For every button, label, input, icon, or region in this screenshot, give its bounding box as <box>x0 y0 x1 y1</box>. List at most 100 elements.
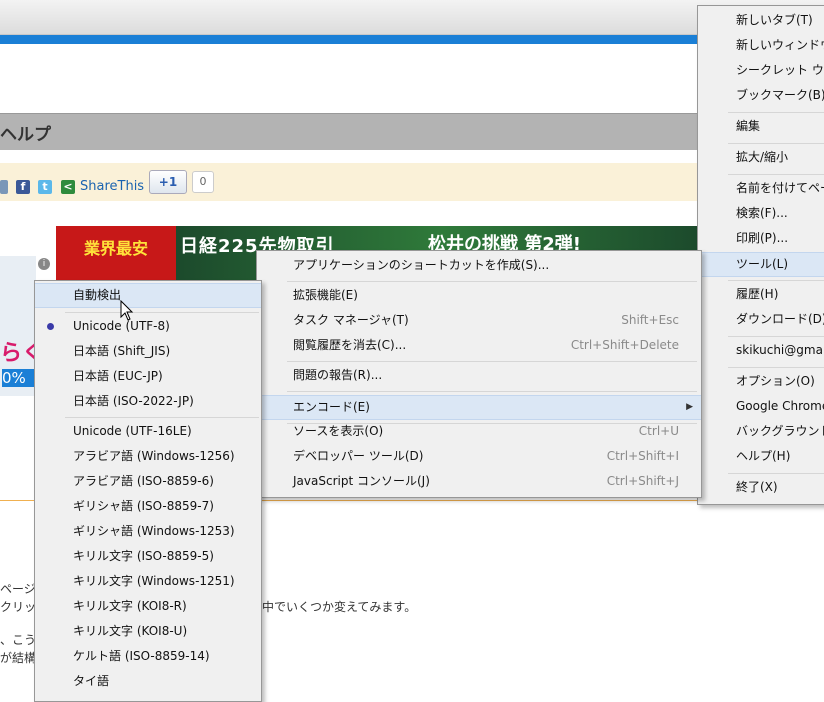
menu-item-zoom[interactable]: 拡大/縮小 <box>698 145 824 170</box>
menu-item-label: ギリシャ語 (Windows-1253) <box>73 524 235 538</box>
menu-item-create-shortcut[interactable]: アプリケーションのショートカットを作成(S)... <box>257 253 701 278</box>
menu-separator <box>728 143 824 144</box>
menu-item-javascript-console[interactable]: JavaScript コンソール(J) Ctrl+Shift+J <box>257 469 701 494</box>
menu-item-auto-detect[interactable]: 自動検出 <box>35 283 261 308</box>
menu-item-label: ツール(L) <box>736 257 789 271</box>
menu-item-report-issue[interactable]: 問題の報告(R)... <box>257 363 701 388</box>
menu-separator <box>287 361 697 362</box>
menu-item-save-as[interactable]: 名前を付けてペー <box>698 176 824 201</box>
menu-item-koi8-r[interactable]: キリル文字 (KOI8-R) <box>35 594 261 619</box>
twitter-icon[interactable]: t <box>38 180 52 194</box>
info-icon[interactable]: i <box>38 258 50 270</box>
menu-item-label: アラビア語 (Windows-1256) <box>73 449 235 463</box>
menu-item-iso-8859-5[interactable]: キリル文字 (ISO-8859-5) <box>35 544 261 569</box>
menu-item-koi8-u[interactable]: キリル文字 (KOI8-U) <box>35 619 261 644</box>
menu-item-shortcut: Ctrl+Shift+Delete <box>570 338 679 352</box>
menu-item-label: アプリケーションのショートカットを作成(S)... <box>293 258 550 272</box>
menu-item-label: 新しいタブ(T) <box>736 13 813 27</box>
menu-item-label: 履歴(H) <box>736 287 779 301</box>
menu-item-euc-jp[interactable]: 日本語 (EUC-JP) <box>35 364 261 389</box>
facebook-icon[interactable]: f <box>16 180 30 194</box>
menu-item-label: ブックマーク(B) <box>736 88 824 102</box>
menu-separator <box>287 281 697 282</box>
menu-item-edit[interactable]: 編集 <box>698 114 824 139</box>
menu-item-windows-1251[interactable]: キリル文字 (Windows-1251) <box>35 569 261 594</box>
menu-item-about-chrome[interactable]: Google Chrome <box>698 394 824 419</box>
menu-item-label: 名前を付けてペー <box>736 181 824 195</box>
section-title: ヘルプ <box>0 125 51 145</box>
menu-item-downloads[interactable]: ダウンロード(D) <box>698 307 824 332</box>
menu-item-label: オプション(O) <box>736 374 815 388</box>
menu-item-help[interactable]: ヘルプ(H) <box>698 444 824 469</box>
ad-banner-badge: 業界最安 <box>84 239 149 258</box>
menu-item-encoding[interactable]: エンコード(E) ▶ <box>257 395 701 420</box>
menu-item-shortcut: Shift+Esc <box>621 313 679 327</box>
menu-separator <box>728 280 824 281</box>
mail-icon[interactable] <box>0 180 8 194</box>
menu-item-label: 終了(X) <box>736 480 778 494</box>
menu-item-account[interactable]: skikuchi@gmai <box>698 338 824 363</box>
menu-item-utf-16le[interactable]: Unicode (UTF-16LE) <box>35 419 261 444</box>
body-text-line: が結構 <box>0 651 37 665</box>
menu-item-label: 検索(F)... <box>736 206 788 220</box>
ad-thumbnail-percent: 0% <box>2 369 36 387</box>
menu-item-shortcut: Ctrl+Shift+J <box>606 474 679 488</box>
menu-item-label: アラビア語 (ISO-8859-6) <box>73 474 214 488</box>
menu-item-incognito[interactable]: シークレット ウ <box>698 58 824 83</box>
encoding-submenu: 自動検出 Unicode (UTF-8) 日本語 (Shift_JIS) 日本語… <box>34 280 262 702</box>
menu-item-iso-8859-7[interactable]: ギリシャ語 (ISO-8859-7) <box>35 494 261 519</box>
menu-item-bookmarks[interactable]: ブックマーク(B) <box>698 83 824 108</box>
menu-item-new-tab[interactable]: 新しいタブ(T) <box>698 8 824 33</box>
menu-item-label: JavaScript コンソール(J) <box>293 474 430 488</box>
menu-item-label: 編集 <box>736 119 761 133</box>
menu-item-new-window[interactable]: 新しいウィンドウ <box>698 33 824 58</box>
menu-item-label: デベロッパー ツール(D) <box>293 449 424 463</box>
mouse-cursor-icon <box>120 300 134 321</box>
menu-item-exit[interactable]: 終了(X) <box>698 475 824 500</box>
menu-item-options[interactable]: オプション(O) <box>698 369 824 394</box>
menu-item-label: ダウンロード(D) <box>736 312 824 326</box>
menu-item-print[interactable]: 印刷(P)... <box>698 226 824 251</box>
menu-item-label: キリル文字 (ISO-8859-5) <box>73 549 214 563</box>
menu-separator <box>728 112 824 113</box>
menu-item-history[interactable]: 履歴(H) <box>698 282 824 307</box>
google-plus-one-button[interactable]: +1 <box>149 170 187 194</box>
menu-item-label: タスク マネージャ(T) <box>293 313 409 327</box>
menu-item-label: 日本語 (Shift_JIS) <box>73 344 171 358</box>
menu-separator <box>728 473 824 474</box>
menu-item-label: タイ語 <box>73 674 110 688</box>
menu-item-iso-2022-jp[interactable]: 日本語 (ISO-2022-JP) <box>35 389 261 414</box>
menu-separator <box>728 336 824 337</box>
menu-item-task-manager[interactable]: タスク マネージャ(T) Shift+Esc <box>257 308 701 333</box>
menu-item-windows-1253[interactable]: ギリシャ語 (Windows-1253) <box>35 519 261 544</box>
menu-item-label: 閲覧履歴を消去(C)... <box>293 338 407 352</box>
menu-item-label: ソースを表示(O) <box>293 424 384 438</box>
menu-item-iso-8859-6[interactable]: アラビア語 (ISO-8859-6) <box>35 469 261 494</box>
menu-item-label: バックグラウンド <box>736 424 824 438</box>
chrome-main-menu: 新しいタブ(T) 新しいウィンドウ シークレット ウ ブックマーク(B) 編集 … <box>697 5 824 505</box>
menu-item-clear-history[interactable]: 閲覧履歴を消去(C)... Ctrl+Shift+Delete <box>257 333 701 358</box>
menu-item-utf-8[interactable]: Unicode (UTF-8) <box>35 314 261 339</box>
menu-item-background[interactable]: バックグラウンド <box>698 419 824 444</box>
menu-item-thai[interactable]: タイ語 <box>35 669 261 694</box>
body-text-line: 中でいくつか変えてみます。 <box>262 600 417 614</box>
menu-item-label: キリル文字 (Windows-1251) <box>73 574 235 588</box>
menu-item-label: 拡張機能(E) <box>293 288 358 302</box>
menu-item-developer-tools[interactable]: デベロッパー ツール(D) Ctrl+Shift+I <box>257 444 701 469</box>
menu-item-shift-jis[interactable]: 日本語 (Shift_JIS) <box>35 339 261 364</box>
menu-item-extensions[interactable]: 拡張機能(E) <box>257 283 701 308</box>
menu-item-label: skikuchi@gmai <box>736 343 824 357</box>
menu-item-iso-8859-14[interactable]: ケルト語 (ISO-8859-14) <box>35 644 261 669</box>
tools-submenu: アプリケーションのショートカットを作成(S)... 拡張機能(E) タスク マネ… <box>256 250 702 498</box>
menu-item-label: Google Chrome <box>736 399 824 413</box>
plus-one-count: 0 <box>192 171 214 193</box>
sharethis-link[interactable]: ShareThis <box>80 179 144 194</box>
menu-item-shortcut: Ctrl+U <box>638 424 679 438</box>
menu-item-find[interactable]: 検索(F)... <box>698 201 824 226</box>
menu-item-windows-1256[interactable]: アラビア語 (Windows-1256) <box>35 444 261 469</box>
menu-separator <box>728 367 824 368</box>
share-icon[interactable]: < <box>61 180 75 194</box>
menu-item-view-source[interactable]: ソースを表示(O) Ctrl+U <box>257 419 701 444</box>
menu-item-label: ヘルプ(H) <box>736 449 791 463</box>
menu-item-tools[interactable]: ツール(L) <box>698 252 824 277</box>
